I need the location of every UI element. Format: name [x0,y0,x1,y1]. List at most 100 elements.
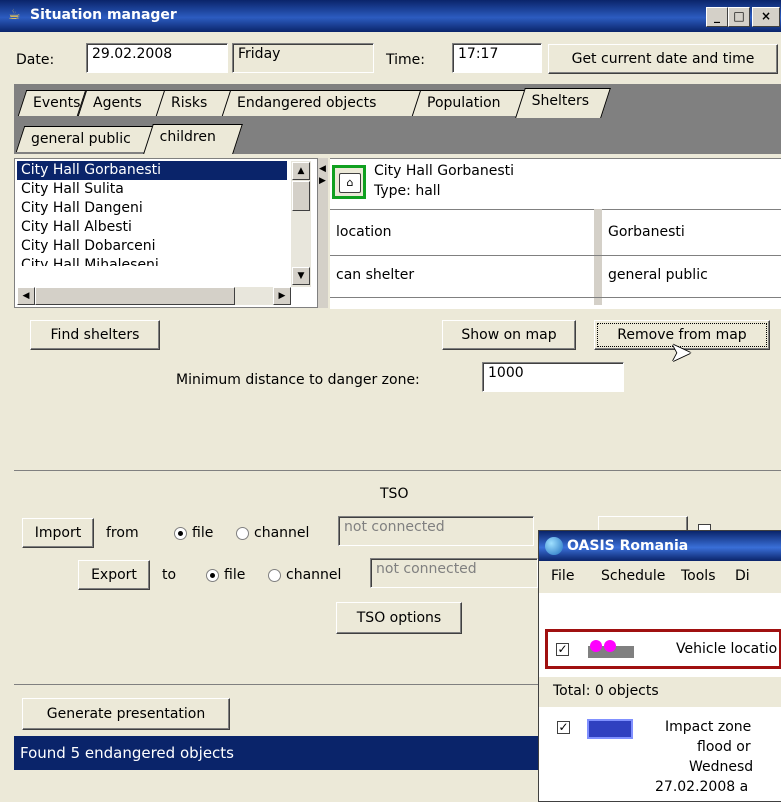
import-file-radio[interactable] [174,527,187,540]
subtab-general-public[interactable]: general public [15,126,157,152]
window-title: Situation manager [30,7,177,23]
tso-title: TSO [380,486,409,502]
show-on-map-button[interactable]: Show on map [442,320,576,350]
date-label: Date: [16,52,55,68]
import-channel-radio[interactable] [236,527,249,540]
shelter-list[interactable]: City Hall Gorbanesti City Hall Sulita Ci… [14,158,318,308]
layer-label: Wednesd [689,759,754,775]
column-splitter[interactable] [594,209,602,305]
vertical-scrollbar[interactable]: ▲ ▼ [291,161,311,287]
import-channel-field[interactable]: not connected [338,516,534,546]
export-channel-label: channel [286,567,342,583]
import-channel-label: channel [254,525,310,541]
oasis-window[interactable]: OASIS Romania File Schedule Tools Di ✓ V… [538,530,781,802]
layer-label: 27.02.2008 a [655,779,749,795]
sub-tabs: general public children [14,124,781,154]
oasis-title: OASIS Romania [567,538,689,554]
shelter-detail-panel: ⌂ City Hall Gorbanesti Type: hall locati… [330,158,781,309]
day-field: Friday [232,43,374,73]
list-item[interactable]: City Hall Dobarceni [17,237,287,256]
globe-icon [545,537,563,555]
menu-tools[interactable]: Tools [681,568,716,584]
to-label: to [162,567,177,583]
oasis-layer-panel: ✓ Vehicle locatio Total: 0 objects ✓ Imp… [539,593,781,801]
divider [330,209,781,210]
subtab-children[interactable]: children [143,124,243,154]
section-divider [14,470,781,471]
get-current-date-button[interactable]: Get current date and time [548,44,778,74]
tso-options-button[interactable]: TSO options [336,602,462,634]
minimize-button[interactable]: _ [706,7,728,27]
min-distance-field[interactable]: 1000 [482,362,624,392]
export-button[interactable]: Export [78,560,150,590]
detail-type: Type: hall [374,183,441,199]
scroll-up-icon[interactable]: ▲ [292,162,310,180]
list-item[interactable]: City Hall Gorbanesti [17,161,287,180]
list-item[interactable]: City Hall Sulita [17,180,287,199]
main-tabs: Events Agents Risks Endangered objects P… [14,88,781,118]
layer-checkbox[interactable]: ✓ [556,643,569,656]
import-file-label: file [192,525,214,541]
scroll-thumb[interactable] [292,181,310,211]
export-channel-radio[interactable] [268,569,281,582]
scroll-thumb[interactable] [35,287,235,305]
window-title-bar[interactable]: ☕ Situation manager _ □ × [0,0,781,32]
oasis-menubar: File Schedule Tools Di [539,561,781,591]
layer-label: Vehicle locatio [676,641,778,657]
tab-endangered-objects[interactable]: Endangered objects [221,90,423,116]
hall-icon: ⌂ [339,173,361,193]
tab-agents[interactable]: Agents [77,90,167,116]
tab-shelters[interactable]: Shelters [515,88,611,118]
shelter-type-icon: ⌂ [332,165,366,199]
list-item[interactable]: City Hall Albesti [17,218,287,237]
oasis-total-row: Total: 0 objects [539,677,781,707]
scroll-right-icon[interactable]: ▶ [273,287,291,305]
oasis-title-bar[interactable]: OASIS Romania [539,531,781,561]
tab-events[interactable]: Events [17,90,87,116]
export-file-label: file [224,567,246,583]
mouse-cursor-icon: ➤ [670,338,692,368]
java-cup-icon: ☕ [8,7,21,23]
from-label: from [106,525,139,541]
close-button[interactable]: × [752,7,780,27]
impact-zone-icon [587,719,633,739]
time-label: Time: [386,52,425,68]
layer-checkbox[interactable]: ✓ [557,721,570,734]
min-distance-label: Minimum distance to danger zone: [176,372,420,388]
detail-name: City Hall Gorbanesti [374,163,515,179]
detail-key-location: location [336,224,392,240]
horizontal-scrollbar[interactable]: ◀ ▶ [17,287,291,305]
menu-file[interactable]: File [551,568,574,584]
scroll-down-icon[interactable]: ▼ [292,267,310,285]
layer-label: flood or [697,739,751,755]
layer-label: Impact zone [665,719,752,735]
list-item[interactable]: City Hall Dangeni [17,199,287,218]
divider [330,255,781,256]
vehicle-dot-icon [604,640,616,652]
menu-di[interactable]: Di [735,568,750,584]
tab-population[interactable]: Population [411,90,527,116]
list-item[interactable]: City Hall Mihaleseni [17,256,287,266]
scroll-left-icon[interactable]: ◀ [17,287,35,305]
detail-value-can-shelter: general public [608,267,708,283]
time-field[interactable]: 17:17 [452,43,542,73]
total-objects: Total: 0 objects [553,683,659,699]
split-divider[interactable]: ◀ ▶ [318,158,328,308]
menu-schedule[interactable]: Schedule [601,568,665,584]
maximize-button[interactable]: □ [728,7,750,27]
divider [330,297,781,298]
vehicle-dot-icon [590,640,602,652]
layer-vehicle-location[interactable]: ✓ Vehicle locatio [545,629,781,669]
list-item-clipped[interactable]: City Hall Mihaleseni [17,256,287,266]
export-channel-field[interactable]: not connected [370,558,538,588]
detail-value-location: Gorbanesti [608,224,685,240]
import-button[interactable]: Import [22,518,94,548]
find-shelters-button[interactable]: Find shelters [30,320,160,350]
collapse-left-icon[interactable]: ◀ [319,164,326,174]
generate-presentation-button[interactable]: Generate presentation [22,698,230,730]
date-field[interactable]: 29.02.2008 [86,43,228,73]
tab-risks[interactable]: Risks [155,90,233,116]
collapse-right-icon[interactable]: ▶ [319,176,326,186]
export-file-radio[interactable] [206,569,219,582]
detail-key-can-shelter: can shelter [336,267,415,283]
